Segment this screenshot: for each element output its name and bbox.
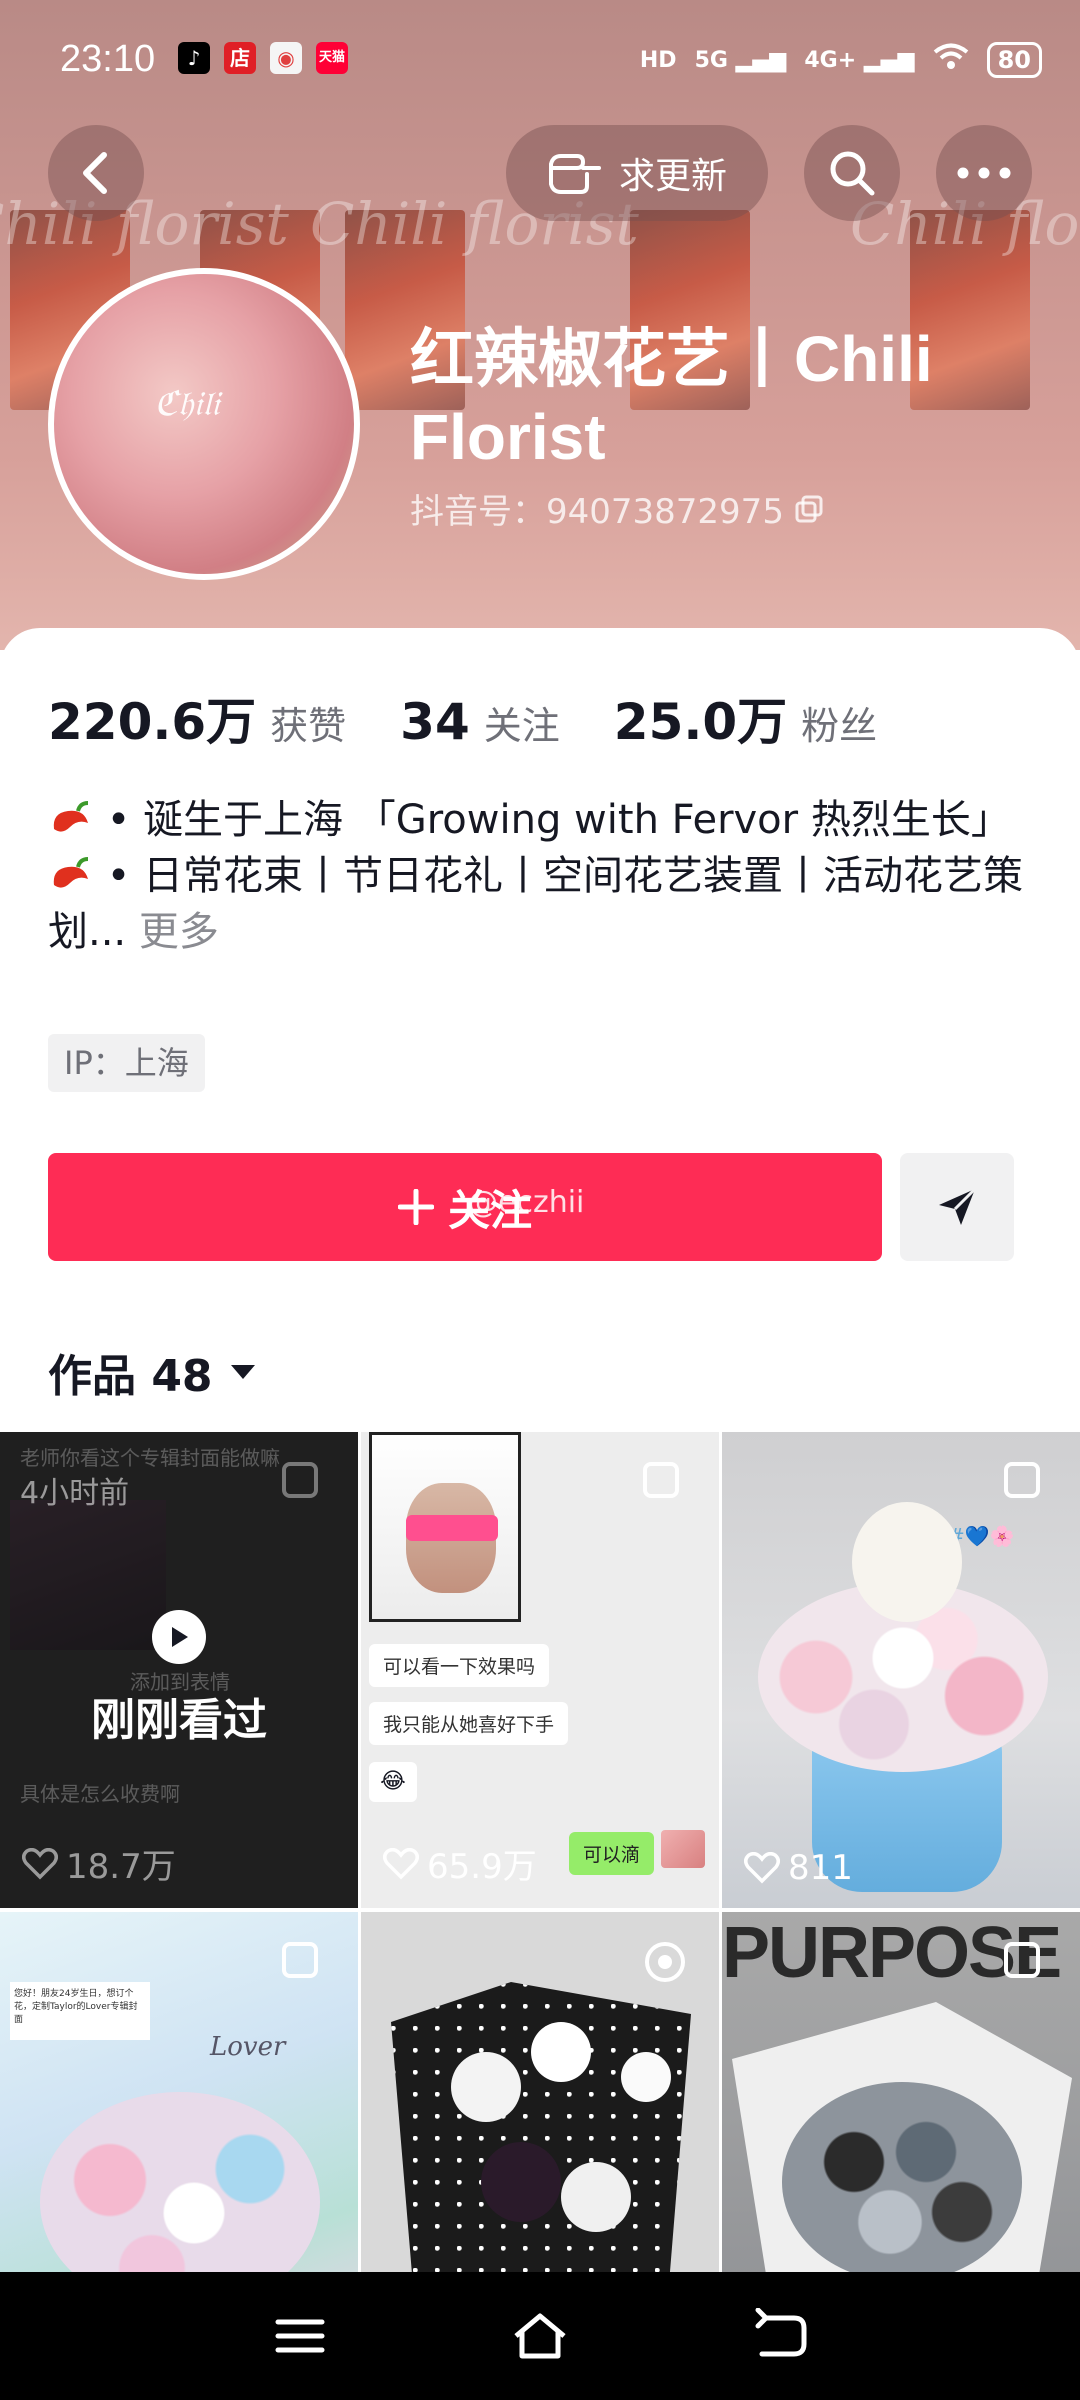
signal-5g-icon: 5G ▂▄▆ (694, 47, 787, 73)
works-label: 作品 48 (48, 1351, 213, 1402)
request-update-button[interactable]: 求更新 (506, 125, 768, 221)
select-checkbox[interactable] (282, 1462, 318, 1498)
menu-icon (275, 2319, 325, 2353)
status-bar: 23:10 ♪ 店 ◉ 天猫 HD 5G ▂▄▆ 4G+ ▂▄▆ 80 (0, 0, 1080, 120)
select-checkbox[interactable] (643, 1462, 679, 1498)
profile-name: 红辣椒花艺丨Chili Florist (410, 323, 933, 473)
douyin-id-text: 抖音号：94073872975 (410, 492, 784, 532)
select-checkbox[interactable] (1004, 1462, 1040, 1498)
like-count-value: 65.9万 (427, 1847, 537, 1887)
banner-script-decoration: Chili florist (0, 190, 289, 258)
video-thumbnail[interactable]: 可以看一下效果吗 我只能从她喜好下手 😂 可以滴 65.9万 (361, 1432, 719, 1908)
followers-count[interactable]: 25.0万 (614, 682, 787, 754)
chat-bubble-reply: 可以滴 (569, 1832, 655, 1875)
following-count[interactable]: 34 (400, 693, 470, 751)
back-nav-button[interactable] (750, 2307, 810, 2364)
wifi-icon (933, 43, 969, 77)
caret-down-icon (230, 1365, 255, 1379)
profile-bio[interactable]: • 诞生于上海 「Growing with Fervor 热烈生长」 • 日常花… (48, 792, 1038, 960)
chevron-left-icon (83, 152, 107, 194)
following-label[interactable]: 关注 (484, 695, 560, 750)
search-icon (830, 151, 875, 196)
back-arrow-icon (755, 2307, 807, 2357)
album-poster (369, 1432, 521, 1622)
bio-line: • 诞生于上海 「Growing with Fervor 热烈生长」 (48, 792, 1038, 848)
poster-glasses (406, 1515, 498, 1541)
flower-arrangement (782, 2082, 1022, 2282)
menu-button[interactable] (270, 2308, 330, 2364)
signal-4g-label: 4G+ (804, 47, 857, 73)
select-checkbox[interactable] (282, 1942, 318, 1978)
send-icon (939, 1187, 977, 1225)
heart-icon (22, 1847, 58, 1879)
request-update-label: 求更新 (618, 156, 727, 197)
works-tab[interactable]: 作品 48 (48, 1340, 255, 1404)
chat-bubble: 我只能从她喜好下手 (369, 1702, 569, 1745)
watermark: @eczhii (468, 1185, 585, 1220)
plus-icon (397, 1189, 434, 1225)
more-dots-icon (957, 167, 1011, 179)
white-flower (531, 2022, 591, 2082)
heart-icon (383, 1847, 419, 1879)
bio-more-link[interactable]: 更多 (139, 909, 219, 955)
chat-avatar (661, 1830, 705, 1868)
back-button[interactable] (48, 125, 144, 221)
like-count: 65.9万 (383, 1839, 537, 1888)
tiktok-icon: ♪ (178, 42, 210, 74)
more-options-button[interactable] (936, 125, 1032, 221)
live-target-icon (645, 1942, 685, 1982)
likes-label: 获赞 (270, 704, 347, 748)
profile-stats: 220.6万 获赞 34 关注 25.0万 粉丝 (48, 682, 917, 754)
follow-button[interactable]: 关注 @eczhii (48, 1153, 882, 1261)
lover-sticker: Lover (210, 2032, 286, 2062)
video-thumbnail[interactable]: 老师你看这个专辑封面能做嘛 添加到表情 具体是怎么收费啊 4小时前 刚刚看过 1… (0, 1432, 358, 1908)
chili-pepper-icon (53, 801, 89, 832)
copy-icon (795, 495, 823, 522)
douyin-id[interactable]: 抖音号：94073872975 (410, 484, 824, 533)
white-flower (621, 2052, 671, 2102)
like-count: 811 (744, 1848, 853, 1888)
like-count-value: 811 (788, 1848, 853, 1888)
system-navigation-bar (0, 2272, 1080, 2400)
heart-icon (744, 1852, 780, 1884)
white-flower (451, 2052, 521, 2122)
tmall-icon: 天猫 (316, 42, 348, 74)
bio-line-1: • 诞生于上海 「Growing with Fervor 热烈生长」 (106, 797, 1011, 843)
avatar-logo: ℭ𝔥𝔦𝔩𝔦 (154, 384, 220, 424)
search-button[interactable] (804, 125, 900, 221)
recently-watched-label: 刚刚看过 (91, 1695, 267, 1746)
dark-flower (481, 2142, 561, 2222)
like-count-value: 18.7万 (66, 1847, 176, 1887)
signal-5g-label: 5G (694, 47, 728, 73)
status-indicators: HD 5G ▂▄▆ 4G+ ▂▄▆ 80 (640, 42, 1042, 78)
time-badge: 4小时前 (20, 1476, 130, 1511)
likes-count: 220.6万 (48, 693, 257, 751)
battery-indicator: 80 (986, 42, 1042, 78)
video-thumbnail[interactable]: #💙🌸 811 (722, 1432, 1080, 1908)
white-flower (561, 2162, 631, 2232)
bio-line: • 日常花束丨节日花礼丨空间花艺装置丨活动花艺策划... 更多 (48, 848, 1038, 960)
home-icon (514, 2313, 566, 2359)
emoji-bubble: 😂 (369, 1762, 417, 1802)
plush-lamb (852, 1502, 962, 1622)
message-button[interactable] (900, 1153, 1014, 1261)
play-icon (152, 1610, 206, 1664)
pointing-hand-icon (548, 154, 601, 194)
avatar[interactable]: ℭ𝔥𝔦𝔩𝔦 (48, 268, 360, 580)
home-button[interactable] (510, 2308, 570, 2364)
select-checkbox[interactable] (1004, 1942, 1040, 1978)
hd-indicator: HD (639, 47, 677, 73)
signal-4g-icon: 4G+ ▂▄▆ (804, 47, 915, 73)
photos-icon: ◉ (270, 42, 302, 74)
chili-pepper-icon (53, 857, 89, 888)
status-time: 23:10 (60, 38, 156, 80)
store-icon: 店 (224, 42, 256, 74)
like-count: 18.7万 (22, 1839, 176, 1888)
ip-location-tag: IP：上海 (48, 1034, 205, 1092)
message-note: 您好！朋友24岁生日，想订个花，定制Taylor的Lover专辑封面 (10, 1982, 150, 2040)
followers-label[interactable]: 粉丝 (801, 695, 877, 750)
chat-bubble: 可以看一下效果吗 (369, 1644, 550, 1687)
